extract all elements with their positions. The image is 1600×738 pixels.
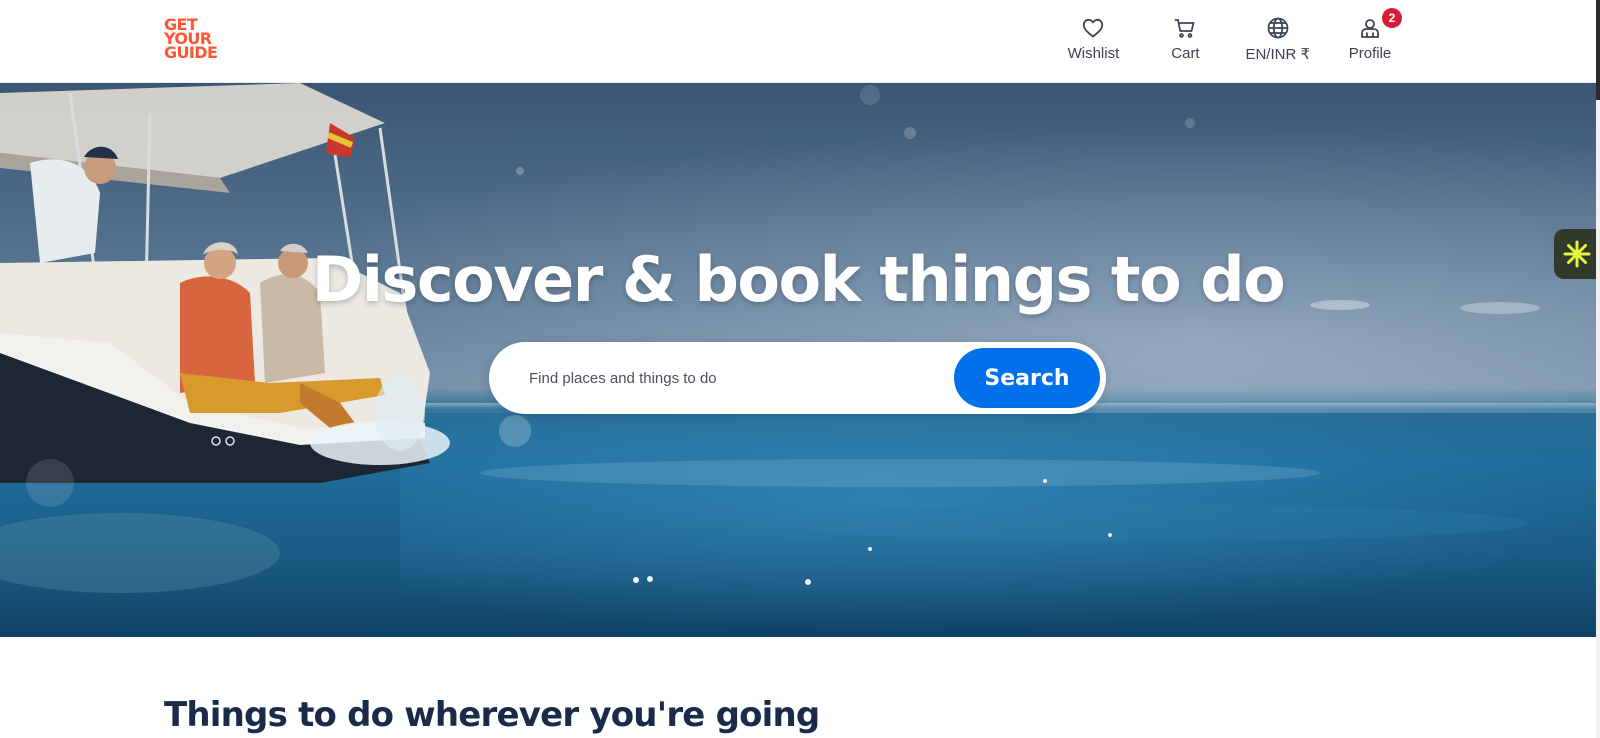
cart-icon xyxy=(1175,19,1195,38)
globe-icon xyxy=(1267,17,1289,39)
profile-button[interactable]: Profile 2 xyxy=(1324,8,1416,63)
search-button[interactable]: Search xyxy=(954,348,1100,408)
profile-label: Profile xyxy=(1348,45,1392,62)
getyourguide-logo[interactable]: GET YOUR GUIDE xyxy=(164,17,226,62)
page-scrollbar[interactable] xyxy=(1596,0,1600,738)
wishlist-label: Wishlist xyxy=(1067,45,1120,62)
search-input[interactable] xyxy=(527,364,927,392)
logo-line-3: GUIDE xyxy=(164,43,218,62)
search-bar: Search xyxy=(489,342,1106,414)
header-nav: Wishlist Cart EN/INR ₹ Profile 2 xyxy=(1047,8,1416,63)
side-widget-button[interactable] xyxy=(1554,229,1600,279)
top-header: GET YOUR GUIDE Wishlist Cart EN/INR ₹ Pr… xyxy=(0,0,1596,83)
heart-icon xyxy=(1083,18,1104,38)
section-title: Things to do wherever you're going xyxy=(164,695,820,735)
cart-button[interactable]: Cart xyxy=(1139,16,1231,63)
cart-label: Cart xyxy=(1171,45,1200,62)
hero-title: Discover & book things to do xyxy=(311,243,1286,316)
language-currency-label: EN/INR ₹ xyxy=(1245,46,1310,63)
hero-banner: Discover & book things to do Search xyxy=(0,83,1596,637)
scrollbar-thumb[interactable] xyxy=(1596,0,1600,100)
language-currency-button[interactable]: EN/INR ₹ xyxy=(1231,16,1324,63)
asterisk-icon xyxy=(1563,240,1591,268)
profile-icon xyxy=(1361,19,1379,38)
wishlist-button[interactable]: Wishlist xyxy=(1047,16,1139,63)
notification-badge: 2 xyxy=(1382,8,1402,28)
